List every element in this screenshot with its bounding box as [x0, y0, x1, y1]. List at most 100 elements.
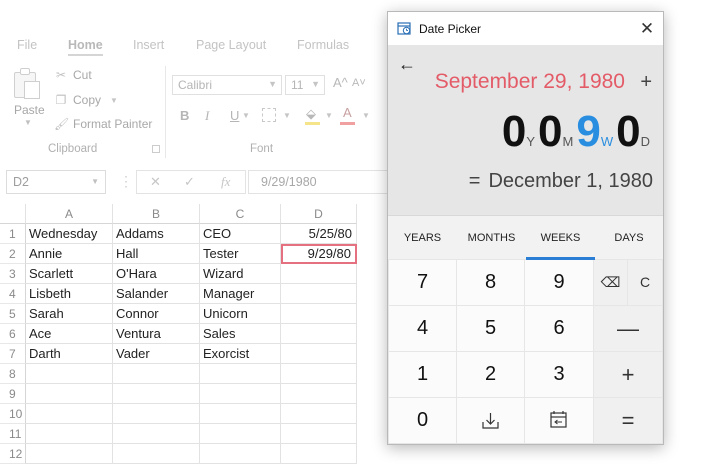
operator-sign[interactable]: + [640, 71, 652, 94]
chevron-down-icon[interactable]: ▼ [24, 118, 32, 127]
cell-c11[interactable] [200, 424, 281, 444]
cell-b7[interactable]: Vader [113, 344, 200, 364]
key-3[interactable]: 3 [525, 352, 593, 397]
row-header[interactable]: 1 [0, 224, 26, 244]
close-button[interactable]: ✕ [631, 12, 663, 45]
row-header[interactable]: 12 [0, 444, 26, 464]
key-0[interactable]: 0 [389, 398, 456, 443]
years-value[interactable]: 0 [502, 107, 527, 157]
cell-a2[interactable]: Annie [26, 244, 113, 264]
cell-b11[interactable] [113, 424, 200, 444]
shrink-font-button[interactable]: A˅ [352, 77, 366, 89]
row-header[interactable]: 10 [0, 404, 26, 424]
fill-color-icon[interactable]: ⬙ [306, 106, 316, 122]
dialog-launcher-icon[interactable] [152, 145, 160, 153]
row-header[interactable]: 4 [0, 284, 26, 304]
key-5[interactable]: 5 [457, 306, 524, 351]
cell-d6[interactable] [281, 324, 357, 344]
cell-d12[interactable] [281, 444, 357, 464]
weeks-value[interactable]: 9 [576, 107, 601, 157]
row-header[interactable]: 2 [0, 244, 26, 264]
key-6[interactable]: 6 [525, 306, 593, 351]
cell-a3[interactable]: Scarlett [26, 264, 113, 284]
cell-b1[interactable]: Addams [113, 224, 200, 244]
formula-input[interactable]: 9/29/1980 [248, 170, 390, 194]
minus-button[interactable]: — [594, 306, 662, 351]
cell-d7[interactable] [281, 344, 357, 364]
cell-d11[interactable] [281, 424, 357, 444]
cell-b12[interactable] [113, 444, 200, 464]
select-all-corner[interactable] [0, 204, 26, 224]
cell-a7[interactable]: Darth [26, 344, 113, 364]
tab-weeks[interactable]: WEEKS [526, 216, 595, 260]
chevron-down-icon[interactable]: ▼ [283, 111, 291, 120]
row-header[interactable]: 5 [0, 304, 26, 324]
equals-button[interactable]: = [594, 398, 662, 443]
cell-c12[interactable] [200, 444, 281, 464]
cell-b9[interactable] [113, 384, 200, 404]
tab-page-layout[interactable]: Page Layout [196, 38, 266, 52]
cell-d4[interactable] [281, 284, 357, 304]
days-value[interactable]: 0 [616, 107, 641, 157]
cell-b6[interactable]: Ventura [113, 324, 200, 344]
cell-b8[interactable] [113, 364, 200, 384]
row-header[interactable]: 11 [0, 424, 26, 444]
font-color-icon[interactable]: A [343, 105, 352, 120]
cell-c9[interactable] [200, 384, 281, 404]
bold-button[interactable]: B [180, 108, 189, 123]
paste-button[interactable]: Paste [14, 103, 45, 117]
cell-d9[interactable] [281, 384, 357, 404]
cell-c2[interactable]: Tester [200, 244, 281, 264]
chevron-down-icon[interactable]: ▼ [242, 111, 250, 120]
copy-button[interactable]: ❐ Copy ▼ [54, 93, 118, 107]
tab-days[interactable]: DAYS [595, 216, 663, 260]
insert-function-icon[interactable]: fx [221, 174, 230, 190]
cell-a8[interactable] [26, 364, 113, 384]
row-header[interactable]: 9 [0, 384, 26, 404]
column-header-d[interactable]: D [281, 204, 357, 224]
cell-a6[interactable]: Ace [26, 324, 113, 344]
cell-d2[interactable]: 9/29/80 [281, 244, 357, 264]
underline-button[interactable]: U [230, 108, 239, 123]
key-7[interactable]: 7 [389, 260, 456, 305]
tab-months[interactable]: MONTHS [457, 216, 526, 260]
column-header-b[interactable]: B [113, 204, 200, 224]
font-family-select[interactable]: Calibri ▼ [172, 75, 282, 95]
cell-d3[interactable] [281, 264, 357, 284]
clear-button[interactable]: C [628, 260, 662, 305]
key-2[interactable]: 2 [457, 352, 524, 397]
cancel-icon[interactable]: ✕ [150, 174, 161, 190]
tab-home[interactable]: Home [68, 38, 103, 56]
cell-d5[interactable] [281, 304, 357, 324]
name-box[interactable]: D2 ▼ [6, 170, 106, 194]
key-9[interactable]: 9 [525, 260, 593, 305]
cell-a5[interactable]: Sarah [26, 304, 113, 324]
cell-c7[interactable]: Exorcist [200, 344, 281, 364]
cell-a11[interactable] [26, 424, 113, 444]
italic-button[interactable]: I [205, 108, 209, 124]
cell-a10[interactable] [26, 404, 113, 424]
chevron-down-icon[interactable]: ▼ [362, 111, 370, 120]
cell-b3[interactable]: O'Hara [113, 264, 200, 284]
cell-c1[interactable]: CEO [200, 224, 281, 244]
font-size-select[interactable]: 11 ▼ [285, 75, 325, 95]
cut-button[interactable]: ✂ Cut [54, 68, 92, 82]
cell-c3[interactable]: Wizard [200, 264, 281, 284]
chevron-down-icon[interactable]: ▼ [325, 111, 333, 120]
backspace-button[interactable]: ⌫ [594, 260, 627, 305]
grow-font-button[interactable]: A^ [333, 75, 348, 90]
key-8[interactable]: 8 [457, 260, 524, 305]
row-header[interactable]: 6 [0, 324, 26, 344]
pick-date-button[interactable] [525, 398, 593, 443]
column-header-c[interactable]: C [200, 204, 281, 224]
tab-formulas[interactable]: Formulas [297, 38, 349, 52]
cell-c8[interactable] [200, 364, 281, 384]
cell-a4[interactable]: Lisbeth [26, 284, 113, 304]
months-value[interactable]: 0 [538, 107, 563, 157]
row-header[interactable]: 8 [0, 364, 26, 384]
cell-a9[interactable] [26, 384, 113, 404]
cell-a1[interactable]: Wednesday [26, 224, 113, 244]
back-arrow-icon[interactable]: ← [398, 54, 418, 74]
cell-b2[interactable]: Hall [113, 244, 200, 264]
tab-years[interactable]: YEARS [388, 216, 457, 260]
